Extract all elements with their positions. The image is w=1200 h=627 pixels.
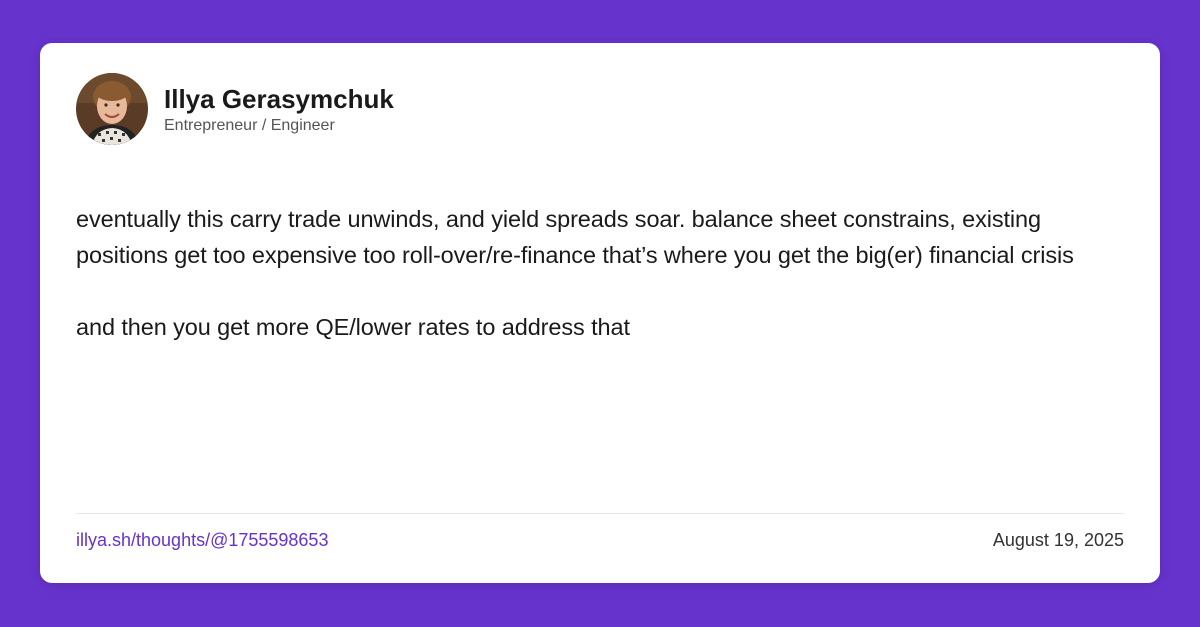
author-role: Entrepreneur / Engineer xyxy=(164,117,335,134)
permalink-link[interactable]: illya.sh/thoughts/@1755598653 xyxy=(76,530,328,551)
post-date: August 19, 2025 xyxy=(992,530,1124,550)
post-body: eventually this carry trade unwinds, and… xyxy=(76,201,1126,345)
author-info: Illya Gerasymchuk Entrepreneur / Enginee… xyxy=(164,82,394,136)
post-paragraph: eventually this carry trade unwinds, and… xyxy=(76,206,1074,268)
author-header: Illya Gerasymchuk Entrepreneur / Enginee… xyxy=(76,73,394,145)
avatar[interactable] xyxy=(76,73,148,145)
post-paragraph: and then you get more QE/lower rates to … xyxy=(76,314,630,340)
avatar-photo-icon xyxy=(76,73,148,145)
footer-divider xyxy=(76,513,1124,514)
author-name[interactable]: Illya Gerasymchuk xyxy=(164,84,394,114)
post-card: Illya Gerasymchuk Entrepreneur / Enginee… xyxy=(40,43,1160,583)
